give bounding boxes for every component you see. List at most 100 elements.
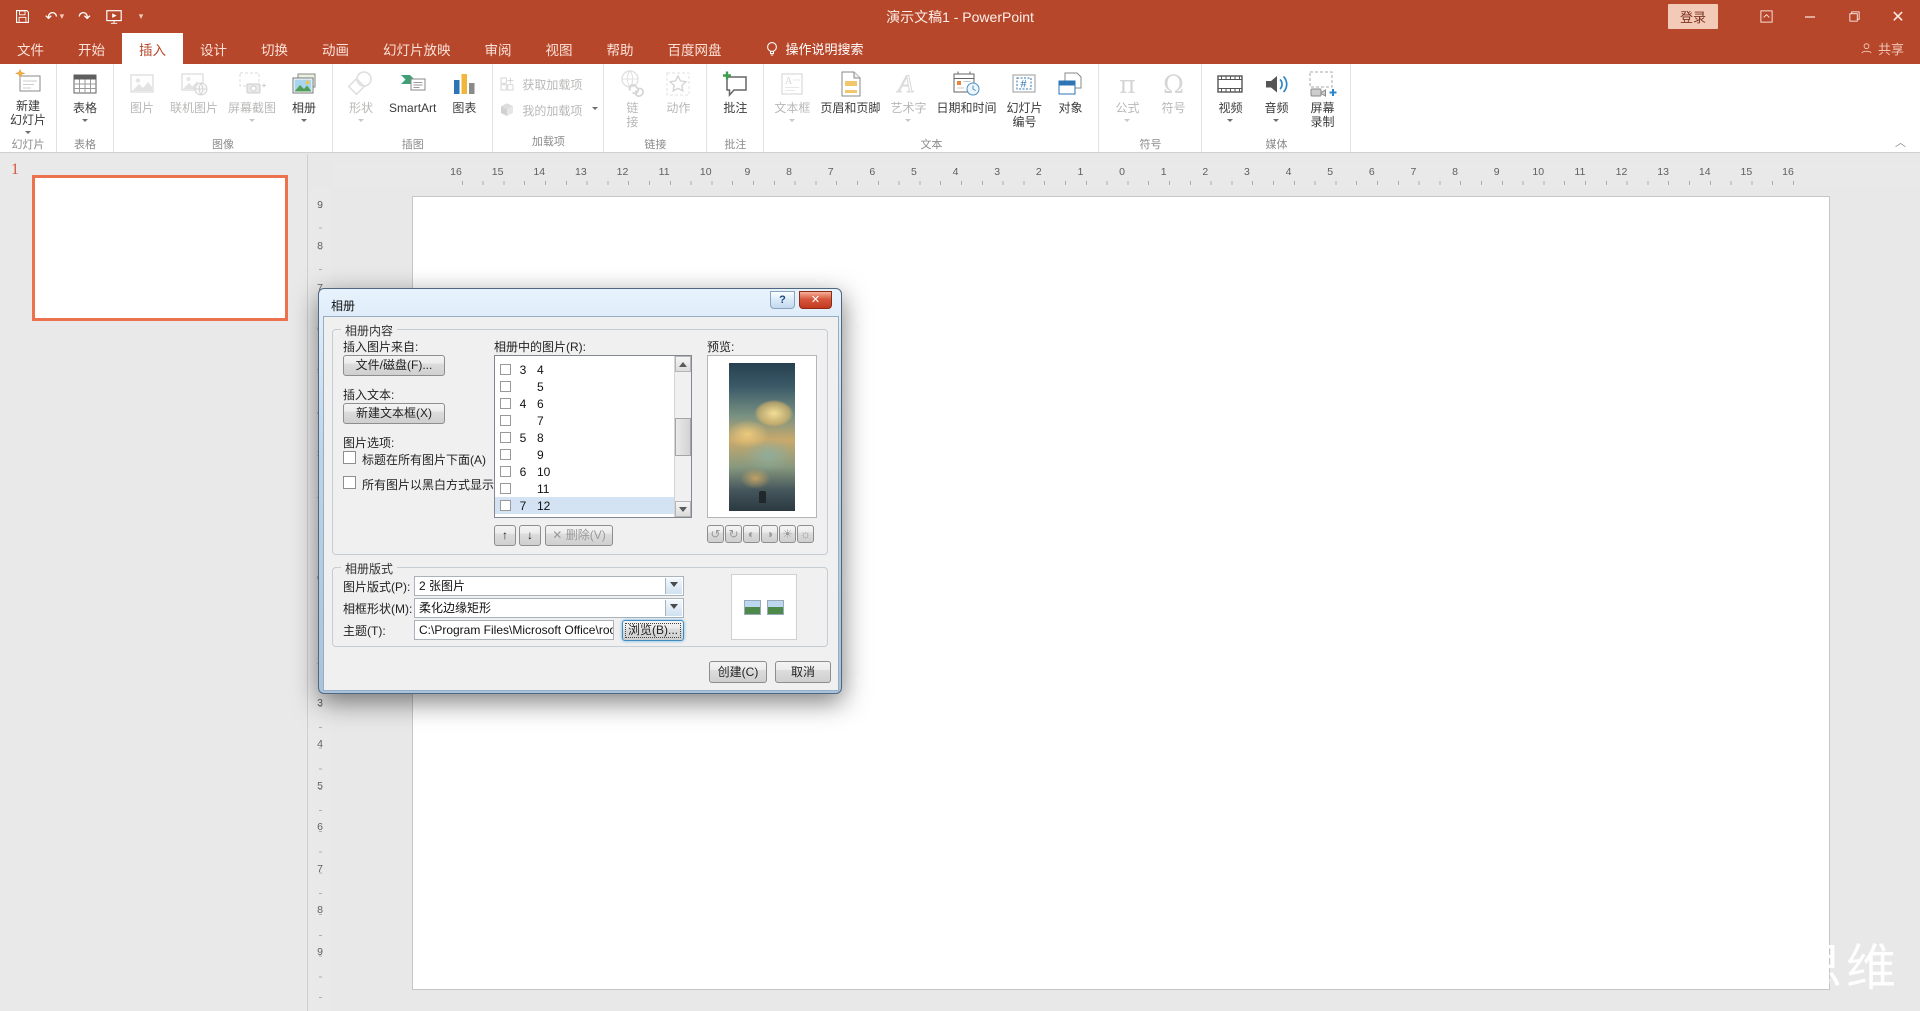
minimize-button[interactable] xyxy=(1788,0,1832,33)
tab-slideshow[interactable]: 幻灯片放映 xyxy=(366,33,468,64)
item-checkbox[interactable] xyxy=(500,415,511,426)
new-textbox-button[interactable]: 新建文本框(X) xyxy=(343,403,445,424)
tab-file[interactable]: 文件 xyxy=(0,33,61,64)
redo-button[interactable]: ↷ xyxy=(78,8,91,26)
undo-button[interactable]: ↶▾ xyxy=(45,8,64,26)
brightness-down-button[interactable]: ☼ xyxy=(797,525,814,543)
photo-album-button[interactable]: 相册 xyxy=(281,67,327,135)
chevron-down-icon xyxy=(905,119,911,125)
start-slideshow-icon[interactable] xyxy=(105,8,123,26)
close-button[interactable]: ✕ xyxy=(1876,0,1920,33)
symbol-button[interactable]: Ω 符号 xyxy=(1150,67,1196,135)
rotate-left-button[interactable]: ↺ xyxy=(707,525,724,543)
move-down-button[interactable]: ↓ xyxy=(519,525,541,546)
create-button[interactable]: 创建(C) xyxy=(709,661,767,683)
action-button[interactable]: 动作 xyxy=(655,67,701,135)
chevron-down-icon[interactable] xyxy=(665,578,682,594)
tab-help[interactable]: 帮助 xyxy=(590,33,651,64)
video-button[interactable]: 视频 xyxy=(1207,67,1253,135)
restore-button[interactable] xyxy=(1832,0,1876,33)
item-checkbox[interactable] xyxy=(500,432,511,443)
table-button[interactable]: 表格 xyxy=(62,67,108,135)
frame-shape-select[interactable]: 柔化边缘矩形 xyxy=(414,598,684,618)
photo-list-item[interactable]: 610 xyxy=(495,463,674,480)
save-icon[interactable] xyxy=(14,8,31,25)
person-icon xyxy=(1860,42,1873,55)
captions-checkbox[interactable] xyxy=(343,451,356,464)
chart-button[interactable]: 图表 xyxy=(441,67,487,135)
item-checkbox[interactable] xyxy=(500,500,511,511)
tab-home[interactable]: 开始 xyxy=(61,33,122,64)
screenshot-button[interactable]: 屏幕截图 xyxy=(223,67,281,135)
audio-button[interactable]: 音频 xyxy=(1253,67,1299,135)
my-addins-button[interactable]: 我的加载项 xyxy=(498,101,598,119)
item-name: 5 xyxy=(537,380,544,394)
comment-button[interactable]: 批注 xyxy=(712,67,758,135)
tab-review[interactable]: 审阅 xyxy=(468,33,529,64)
customize-qat-button[interactable]: ▾ xyxy=(137,11,144,22)
header-footer-button[interactable]: 页眉和页脚 xyxy=(815,67,885,135)
share-button[interactable]: 共享 xyxy=(1860,33,1904,64)
get-addins-button[interactable]: 获取加载项 xyxy=(498,75,598,93)
photo-list-item[interactable]: 46 xyxy=(495,395,674,412)
list-scrollbar[interactable] xyxy=(674,356,691,517)
photo-list-item[interactable]: 7 xyxy=(495,412,674,429)
shapes-button[interactable]: 形状 xyxy=(338,67,384,135)
equation-button[interactable]: π 公式 xyxy=(1104,67,1150,135)
scroll-down-icon[interactable] xyxy=(675,501,691,517)
collapse-ribbon-icon[interactable]: ︿ xyxy=(1895,134,1906,150)
browse-button[interactable]: 浏览(B)... xyxy=(622,620,684,641)
dialog-help-button[interactable]: ? xyxy=(770,291,795,309)
ribbon-display-options-button[interactable] xyxy=(1744,0,1788,33)
picture-layout-select[interactable]: 2 张图片 xyxy=(414,576,684,596)
tab-transitions[interactable]: 切换 xyxy=(244,33,305,64)
date-time-button[interactable]: 日期和时间 xyxy=(931,67,1001,135)
ribbon-group-text: A 文本框 页眉和页脚 A 艺术字 xyxy=(764,64,1099,152)
online-pictures-button[interactable]: 联机图片 xyxy=(165,67,223,135)
slide-number-button[interactable]: # 幻灯片 编号 xyxy=(1001,67,1047,135)
smartart-button[interactable]: SmartArt xyxy=(384,67,441,135)
new-slide-button[interactable]: 新建 幻灯片 xyxy=(5,67,51,135)
scroll-up-icon[interactable] xyxy=(675,356,691,372)
brightness-up-button[interactable]: ☀ xyxy=(779,525,796,543)
photo-list-item[interactable]: 11 xyxy=(495,480,674,497)
photo-list-item[interactable]: 5 xyxy=(495,378,674,395)
contrast-up-button[interactable]: ◐ xyxy=(743,525,760,543)
photo-list-item[interactable]: 34 xyxy=(495,361,674,378)
tab-baidu-pan[interactable]: 百度网盘 xyxy=(651,33,739,64)
item-checkbox[interactable] xyxy=(500,364,511,375)
theme-input[interactable]: C:\Program Files\Microsoft Office\root\D xyxy=(414,620,614,640)
slide-thumbnail[interactable] xyxy=(32,175,288,321)
chevron-down-icon[interactable] xyxy=(665,600,682,616)
screen-recording-button[interactable]: 屏幕 录制 xyxy=(1299,67,1345,135)
black-white-checkbox[interactable] xyxy=(343,476,356,489)
photo-list-item[interactable]: 712 xyxy=(495,497,674,514)
photo-list[interactable]: 34 546758961011712 xyxy=(494,355,692,518)
link-button[interactable]: 链 接 xyxy=(609,67,655,135)
move-up-button[interactable]: ↑ xyxy=(494,525,516,546)
contrast-down-button[interactable]: ◑ xyxy=(761,525,778,543)
tab-animations[interactable]: 动画 xyxy=(305,33,366,64)
photo-list-item[interactable]: 58 xyxy=(495,429,674,446)
tab-view[interactable]: 视图 xyxy=(529,33,590,64)
textbox-button[interactable]: A 文本框 xyxy=(769,67,815,135)
item-checkbox[interactable] xyxy=(500,483,511,494)
tab-design[interactable]: 设计 xyxy=(183,33,244,64)
photo-list-item[interactable]: 9 xyxy=(495,446,674,463)
wordart-button[interactable]: A 艺术字 xyxy=(885,67,931,135)
file-disk-button[interactable]: 文件/磁盘(F)... xyxy=(343,355,445,376)
object-button[interactable]: 对象 xyxy=(1047,67,1093,135)
scrollbar-thumb[interactable] xyxy=(675,418,691,456)
item-checkbox[interactable] xyxy=(500,381,511,392)
item-checkbox[interactable] xyxy=(500,466,511,477)
remove-button[interactable]: ✕ 删除(V) xyxy=(545,525,613,546)
picture-button[interactable]: 图片 xyxy=(119,67,165,135)
cancel-button[interactable]: 取消 xyxy=(775,661,831,683)
tab-insert[interactable]: 插入 xyxy=(122,33,183,64)
rotate-right-button[interactable]: ↻ xyxy=(725,525,742,543)
tell-me-search[interactable]: 操作说明搜索 xyxy=(765,33,864,64)
dialog-close-button[interactable]: ✕ xyxy=(799,291,832,309)
sign-in-button[interactable]: 登录 xyxy=(1668,4,1718,29)
item-checkbox[interactable] xyxy=(500,398,511,409)
item-checkbox[interactable] xyxy=(500,449,511,460)
